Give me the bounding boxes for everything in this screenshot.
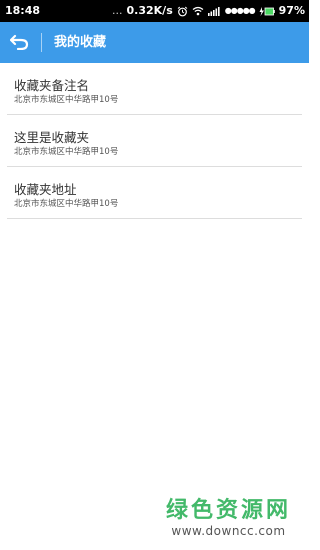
page-title: 我的收藏 [54,35,107,50]
favorite-name: 收藏夹地址 [14,182,77,197]
back-button[interactable] [8,30,32,54]
watermark-chinese-text: 绿色资源网 [165,498,291,523]
favorite-item[interactable]: 这里是收藏夹 北京市东城区中华路甲10号 [0,115,309,167]
favorite-item[interactable]: 收藏夹备注名 北京市东城区中华路甲10号 [0,63,309,115]
favorite-address: 北京市东城区中华路甲10号 [14,95,119,105]
title-divider [41,33,42,52]
back-arrow-icon [10,34,30,50]
list-divider [7,218,302,219]
watermark: 绿色资源网 www.downcc.com [166,498,291,538]
watermark-url: www.downcc.com [171,524,286,538]
carrier-signal-dots: ●●●●● [224,6,256,15]
favorite-address: 北京市东城区中华路甲10号 [14,199,119,209]
battery-charging-icon [259,6,275,16]
favorites-list: 收藏夹备注名 北京市东城区中华路甲10号 这里是收藏夹 北京市东城区中华路甲10… [0,63,309,219]
status-bar: 18:48 ... 0.32K/s ●●●●● 97% [0,0,309,22]
status-separator: ... [112,4,123,17]
favorite-name: 收藏夹备注名 [14,78,90,93]
status-indicators: ... 0.32K/s ●●●●● 97% [112,0,305,22]
network-speed: 0.32K/s [126,4,173,17]
app-screen: 18:48 ... 0.32K/s ●●●●● 97% 我的收藏 收藏夹备注名 … [0,0,309,550]
signal-bars-icon [207,6,221,16]
favorite-item[interactable]: 收藏夹地址 北京市东城区中华路甲10号 [0,167,309,219]
favorite-name: 这里是收藏夹 [14,130,90,145]
favorite-address: 北京市东城区中华路甲10号 [14,147,119,157]
wifi-icon [192,6,204,16]
title-bar: 我的收藏 [0,22,309,63]
status-time: 18:48 [5,4,41,17]
alarm-icon [177,6,188,17]
battery-percent: 97% [278,4,305,17]
